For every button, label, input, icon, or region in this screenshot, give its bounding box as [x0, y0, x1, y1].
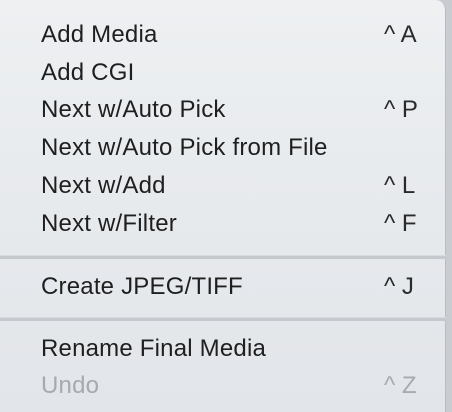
menu-item-label: Next w/Auto Pick from File: [41, 133, 328, 161]
menu-item-rename-final-media[interactable]: Rename Final Media: [0, 330, 446, 367]
menu-item-shortcut: ^ Z: [384, 371, 417, 399]
menu-item-undo: Undo ^ Z: [0, 367, 446, 404]
menu-item-create-jpeg-tiff[interactable]: Create JPEG/TIFF ^ J: [0, 268, 446, 305]
menu-item-shortcut: ^ J: [384, 272, 414, 300]
menu-item-shortcut: ^ A: [384, 20, 417, 48]
menu-item-label: Next w/Auto Pick: [41, 95, 226, 123]
menu-item-next-auto-pick[interactable]: Next w/Auto Pick ^ P: [0, 91, 446, 128]
context-menu: Add Media ^ A Add CGI Next w/Auto Pick ^…: [0, 0, 446, 412]
menu-item-shortcut: ^ L: [384, 171, 416, 199]
menu-item-label: Create JPEG/TIFF: [41, 272, 243, 300]
menu-item-label: Rename Final Media: [41, 334, 267, 362]
menu-item-shortcut: ^ P: [384, 95, 418, 123]
menu-item-add-cgi[interactable]: Add CGI: [0, 54, 446, 91]
menu-item-add-media[interactable]: Add Media ^ A: [0, 16, 446, 53]
menu-item-shortcut: ^ F: [384, 209, 417, 237]
menu-item-label: Add Media: [41, 20, 158, 48]
menu-separator: [0, 317, 446, 321]
menu-item-next-filter[interactable]: Next w/Filter ^ F: [0, 205, 446, 242]
menu-item-next-auto-pick-from-file[interactable]: Next w/Auto Pick from File: [0, 129, 446, 166]
menu-separator: [0, 255, 446, 259]
menu-item-label: Add CGI: [41, 58, 135, 86]
menu-item-label: Undo: [41, 371, 100, 399]
menu-item-label: Next w/Add: [41, 171, 166, 199]
menu-item-label: Next w/Filter: [41, 209, 177, 237]
menu-item-next-add[interactable]: Next w/Add ^ L: [0, 167, 446, 204]
